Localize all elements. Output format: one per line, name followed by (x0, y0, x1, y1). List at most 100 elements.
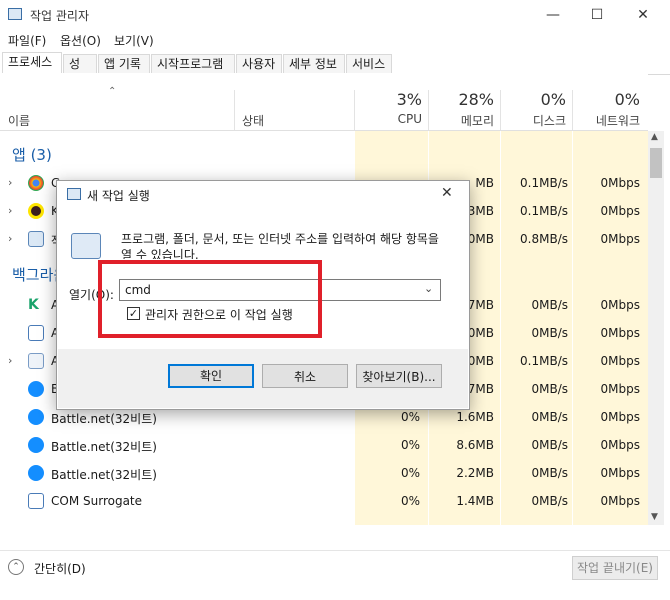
network-value: 0Mbps (600, 466, 640, 480)
vertical-scrollbar[interactable] (648, 131, 664, 525)
memory-percent: 28% (458, 90, 494, 109)
column-divider (428, 90, 429, 130)
memory-value: 1.6MB (456, 410, 494, 424)
tab-app-history[interactable]: 앱 기록 (98, 54, 150, 73)
minimize-button[interactable]: — (530, 0, 576, 30)
document-app-icon (28, 353, 44, 369)
scroll-up-icon[interactable]: ▲ (651, 132, 658, 142)
footer-bar: ⌃ 간단히(D) (0, 550, 670, 587)
column-name[interactable]: 이름 (8, 112, 30, 129)
process-name: Battle.net(32비트) (51, 412, 157, 426)
app-k-icon: K (28, 297, 44, 313)
disk-value: 0MB/s (531, 382, 568, 396)
column-disk[interactable]: 디스크 (502, 112, 566, 129)
disk-value: 0MB/s (531, 326, 568, 340)
scroll-down-icon[interactable]: ▼ (651, 512, 658, 522)
chrome-icon (28, 175, 44, 191)
table-row[interactable]: COM Surrogate 0% 1.4MB 0MB/s 0Mbps (0, 488, 648, 516)
column-network[interactable]: 네트워크 (574, 112, 640, 129)
battlenet-icon (28, 437, 44, 453)
window-title: 작업 관리자 (30, 9, 90, 23)
collapse-icon[interactable]: ⌃ (8, 559, 24, 575)
network-value: 0Mbps (600, 232, 640, 246)
tab-startup[interactable]: 시작프로그램 (151, 54, 235, 73)
close-button[interactable]: ✕ (620, 0, 666, 30)
column-header: ⌃ 이름 상태 3% CPU 28% 메모리 0% 디스크 0% 네트워크 (0, 74, 648, 131)
run-icon (71, 233, 101, 259)
memory-value: 2.2MB (456, 466, 494, 480)
disk-value: 0MB/s (531, 494, 568, 508)
chevron-down-icon[interactable]: ⌄ (424, 282, 433, 295)
memory-value: 1.4MB (456, 494, 494, 508)
process-name: Battle.net(32비트) (51, 440, 157, 454)
menu-options[interactable]: 옵션(O) (60, 32, 101, 49)
process-name: COM Surrogate (51, 494, 143, 508)
tab-details[interactable]: 세부 정보 (283, 54, 345, 73)
dialog-close-button[interactable]: ✕ (441, 185, 453, 201)
table-row[interactable]: Battle.net(32비트) 0% 8.6MB 0MB/s 0Mbps (0, 432, 648, 460)
chevron-right-icon[interactable]: › (8, 176, 12, 189)
menu-view[interactable]: 보기(V) (114, 32, 154, 49)
tab-services[interactable]: 서비스 (346, 54, 392, 73)
cpu-value: 0% (400, 466, 420, 480)
ok-button[interactable]: 확인 (168, 364, 254, 388)
title-bar: 작업 관리자 — ☐ ✕ (0, 0, 670, 30)
kakaotalk-icon (28, 203, 44, 219)
disk-percent: 0% (540, 90, 566, 109)
disk-value: 0MB/s (531, 438, 568, 452)
network-value: 0Mbps (600, 438, 640, 452)
chevron-right-icon[interactable]: › (8, 354, 12, 367)
disk-value: 0.1MB/s (520, 176, 568, 190)
disk-value: 0MB/s (531, 298, 568, 312)
cpu-value: 0% (400, 494, 420, 508)
column-cpu[interactable]: CPU (360, 112, 422, 126)
tab-processes[interactable]: 프로세스 (2, 52, 62, 73)
column-memory[interactable]: 메모리 (430, 112, 494, 129)
dialog-description: 프로그램, 폴더, 문서, 또는 인터넷 주소를 입력하여 해당 항목을 열 수… (121, 232, 439, 259)
tab-strip: 프로세스 성능 앱 기록 시작프로그램 사용자 세부 정보 서비스 (0, 52, 670, 90)
menu-file[interactable]: 파일(F) (8, 32, 46, 49)
scrollbar-thumb[interactable] (650, 148, 662, 178)
dialog-title: 새 작업 실행 (87, 189, 150, 203)
fewer-details-link[interactable]: 간단히(D) (34, 560, 86, 577)
end-task-button[interactable]: 작업 끝내기(E) (572, 556, 658, 580)
battlenet-icon (28, 465, 44, 481)
battlenet-icon (28, 381, 44, 397)
chevron-right-icon[interactable]: › (8, 204, 12, 217)
table-row[interactable]: Battle.net(32비트) 0% 2.2MB 0MB/s 0Mbps (0, 460, 648, 488)
column-divider (234, 90, 235, 130)
network-value: 0Mbps (600, 410, 640, 424)
battlenet-icon (28, 409, 44, 425)
highlight-box (98, 260, 322, 338)
disk-value: 0.1MB/s (520, 204, 568, 218)
chevron-right-icon[interactable]: › (8, 232, 12, 245)
column-divider (500, 90, 501, 130)
browse-button[interactable]: 찾아보기(B)... (356, 364, 442, 388)
process-name: Battle.net(32비트) (51, 468, 157, 482)
tab-users[interactable]: 사용자 (236, 54, 282, 73)
task-manager-icon (8, 8, 22, 20)
menu-bar: 파일(F) 옵션(O) 보기(V) (0, 30, 670, 52)
disk-value: 0.1MB/s (520, 354, 568, 368)
network-value: 0Mbps (600, 204, 640, 218)
network-value: 0Mbps (600, 326, 640, 340)
dialog-title-bar: 새 작업 실행 ✕ (57, 181, 469, 209)
column-status[interactable]: 상태 (242, 112, 264, 129)
disk-value: 0.8MB/s (520, 232, 568, 246)
cpu-percent: 3% (396, 90, 422, 109)
network-value: 0Mbps (600, 176, 640, 190)
dialog-button-area: 확인 취소 찾아보기(B)... (58, 349, 468, 408)
task-manager-icon (67, 188, 81, 200)
memory-value: 8.6MB (456, 438, 494, 452)
group-apps: 앱 (3) (12, 146, 52, 164)
window-app-icon (28, 325, 44, 341)
column-divider (354, 90, 355, 130)
sort-up-icon[interactable]: ⌃ (108, 86, 116, 97)
tab-performance[interactable]: 성능 (63, 54, 97, 90)
cancel-button[interactable]: 취소 (262, 364, 348, 388)
disk-value: 0MB/s (531, 410, 568, 424)
maximize-button[interactable]: ☐ (574, 0, 620, 30)
cpu-value: 0% (400, 438, 420, 452)
network-value: 0Mbps (600, 382, 640, 396)
window-app-icon (28, 493, 44, 509)
